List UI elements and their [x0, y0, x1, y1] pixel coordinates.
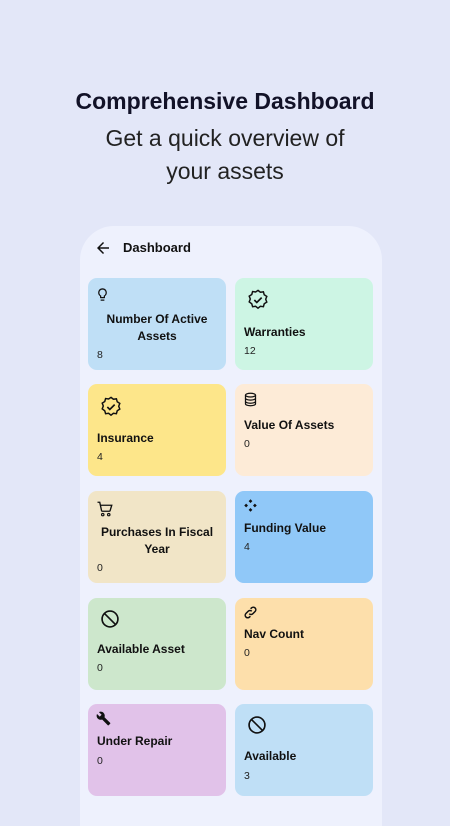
wrench-icon [96, 711, 111, 726]
card-value: 0 [97, 662, 103, 674]
verified-badge-icon [101, 396, 121, 417]
card-funding-value[interactable]: Funding Value 4 [235, 491, 373, 583]
phone-frame: Dashboard Number Of Active Assets 8 Warr… [80, 226, 382, 826]
hero-title: Comprehensive Dashboard [75, 88, 375, 114]
card-label: Value Of Assets [244, 418, 335, 432]
screen-title: Dashboard [123, 240, 191, 255]
link-icon [244, 606, 257, 619]
diamond-grid-icon [244, 499, 257, 512]
app-bar: Dashboard [80, 226, 382, 270]
prohibited-icon [101, 610, 119, 628]
card-value: 8 [97, 349, 103, 361]
card-active-assets[interactable]: Number Of Active Assets 8 [88, 278, 226, 370]
card-value: 12 [244, 345, 256, 357]
card-nav-count[interactable]: Nav Count 0 [235, 598, 373, 690]
verified-badge-icon [248, 289, 268, 310]
cart-icon [97, 501, 113, 517]
card-value: 3 [244, 770, 250, 782]
card-available-asset[interactable]: Available Asset 0 [88, 598, 226, 690]
lightbulb-icon [98, 288, 107, 301]
card-value: 0 [244, 438, 250, 450]
back-arrow-icon[interactable] [94, 239, 112, 257]
card-warranties[interactable]: Warranties 12 [235, 278, 373, 370]
card-value: 0 [244, 647, 250, 659]
card-insurance[interactable]: Insurance 4 [88, 384, 226, 476]
card-under-repair[interactable]: Under Repair 0 [88, 704, 226, 796]
card-value-of-assets[interactable]: Value Of Assets 0 [235, 384, 373, 476]
card-value: 4 [244, 541, 250, 553]
card-value: 0 [97, 755, 103, 767]
card-purchases-fiscal-year[interactable]: Purchases In Fiscal Year 0 [88, 491, 226, 583]
card-label: Available [244, 749, 297, 763]
card-value: 0 [97, 562, 103, 574]
card-label: Funding Value [244, 521, 327, 535]
card-label: Purchases In Fiscal Year [100, 525, 214, 556]
hero-subtitle: Get a quick overview of your assets [105, 125, 345, 184]
prohibited-icon [248, 716, 266, 734]
card-available[interactable]: Available 3 [235, 704, 373, 796]
database-icon [244, 392, 257, 407]
card-label: Number Of Active Assets [106, 312, 208, 343]
card-label: Nav Count [244, 627, 304, 641]
card-value: 4 [97, 451, 103, 463]
card-label: Under Repair [97, 734, 173, 748]
card-label: Insurance [97, 431, 154, 445]
card-label: Available Asset [97, 642, 185, 656]
card-label: Warranties [244, 325, 306, 339]
